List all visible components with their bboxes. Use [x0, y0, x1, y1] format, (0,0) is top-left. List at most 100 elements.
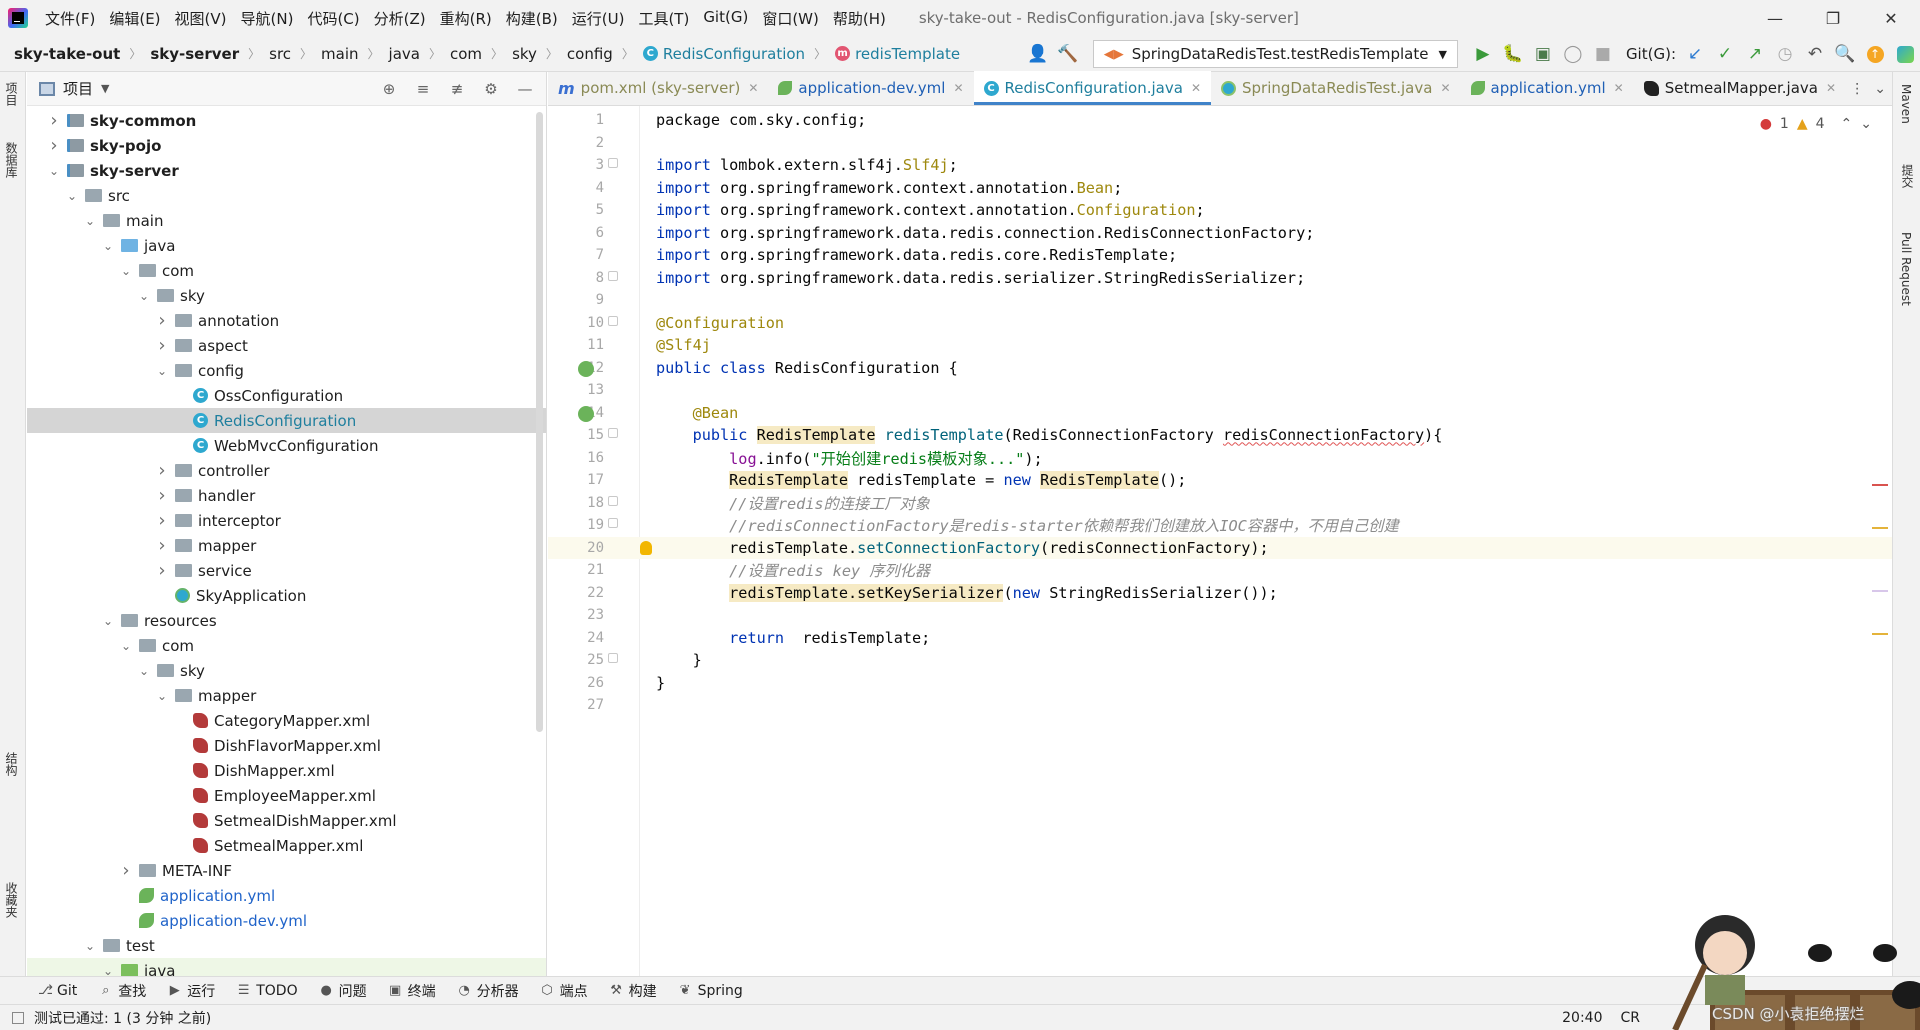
tool-tab-structure[interactable]: 结构	[3, 752, 20, 776]
editor-tab[interactable]: SpringDataRedisTest.java ✕	[1211, 71, 1461, 105]
tabs-more-icon[interactable]: ⋮	[1850, 81, 1864, 97]
close-icon[interactable]: ✕	[1191, 81, 1201, 95]
menu-item[interactable]: 编辑(E)	[102, 8, 167, 29]
build-hammer-icon[interactable]: 🔨	[1053, 39, 1083, 69]
breadcrumb-item[interactable]: java	[389, 45, 420, 63]
tree-item-setmealdishmapper-xml[interactable]: SetmealDishMapper.xml	[27, 808, 546, 833]
tree-item-redisconfiguration[interactable]: C RedisConfiguration	[27, 408, 546, 433]
tree-item-application-yml[interactable]: application.yml	[27, 883, 546, 908]
code-line[interactable]: 13	[548, 379, 1892, 402]
tool-tab-pull-request[interactable]: Pull Request	[1899, 232, 1913, 306]
tree-item-com[interactable]: ⌄ com	[27, 258, 546, 283]
menu-item[interactable]: 代码(C)	[300, 8, 366, 29]
tree-item-sky[interactable]: ⌄ sky	[27, 283, 546, 308]
breadcrumb-item[interactable]: sky-server	[150, 45, 239, 63]
editor-tab[interactable]: m pom.xml (sky-server) ✕	[548, 71, 768, 105]
fold-marker-icon[interactable]	[608, 428, 618, 438]
menu-item[interactable]: 帮助(H)	[826, 8, 893, 29]
tree-item-categorymapper-xml[interactable]: CategoryMapper.xml	[27, 708, 546, 733]
chevron-right-icon[interactable]: ›	[155, 560, 169, 581]
tree-item-resources[interactable]: ⌄ resources	[27, 608, 546, 633]
tree-item-application-dev-yml[interactable]: application-dev.yml	[27, 908, 546, 933]
tree-item-config[interactable]: ⌄ config	[27, 358, 546, 383]
editor-tab[interactable]: C RedisConfiguration.java ✕	[973, 71, 1212, 105]
git-update-icon[interactable]: ↙	[1680, 39, 1710, 69]
menu-item[interactable]: 导航(N)	[234, 8, 301, 29]
close-icon[interactable]: ✕	[1826, 81, 1836, 95]
tree-item-src[interactable]: ⌄ src	[27, 183, 546, 208]
tree-item-main[interactable]: ⌄ main	[27, 208, 546, 233]
code-line[interactable]: 3 import lombok.extern.slf4j.Slf4j;	[548, 154, 1892, 177]
chevron-up-icon[interactable]: ⌃	[1841, 116, 1853, 132]
history-icon[interactable]: ◷	[1770, 39, 1800, 69]
caret-stripe-marker[interactable]	[1872, 590, 1888, 592]
tree-item-java[interactable]: ⌄ java	[27, 233, 546, 258]
stop-icon[interactable]: ■	[1588, 39, 1618, 69]
breadcrumb-item[interactable]: sky-take-out	[14, 45, 120, 63]
editor-tab[interactable]: application.yml ✕	[1461, 71, 1634, 105]
code-line[interactable]: 10 @Configuration	[548, 312, 1892, 335]
chevron-right-icon[interactable]: ›	[47, 110, 61, 131]
code-line[interactable]: 26}	[548, 672, 1892, 695]
code-line[interactable]: 25 }	[548, 649, 1892, 672]
code-line[interactable]: 20 redisTemplate.setConnectionFactory(re…	[548, 536, 1892, 559]
minimize-icon[interactable]: —	[1746, 0, 1804, 36]
chevron-down-icon[interactable]: ⌄	[83, 939, 97, 953]
tree-item-handler[interactable]: › handler	[27, 483, 546, 508]
intention-bulb-icon[interactable]	[640, 540, 652, 555]
inspection-widget[interactable]: ● 1 ▲ 4 ⌃ ⌄	[1760, 116, 1872, 132]
tree-item-controller[interactable]: › controller	[27, 458, 546, 483]
git-push-icon[interactable]: ↗	[1740, 39, 1770, 69]
menu-item[interactable]: Git(G)	[696, 8, 755, 29]
code-line[interactable]: 1 package com.sky.config;	[548, 109, 1892, 132]
tree-item-annotation[interactable]: › annotation	[27, 308, 546, 333]
code-line[interactable]: 2	[548, 132, 1892, 155]
expand-all-icon[interactable]: ≡	[408, 74, 438, 104]
tree-item-setmealmapper-xml[interactable]: SetmealMapper.xml	[27, 833, 546, 858]
restore-icon[interactable]: ❐	[1804, 0, 1862, 36]
code-line[interactable]: 17 RedisTemplate redisTemplate = new Red…	[548, 469, 1892, 492]
close-icon[interactable]: ✕	[953, 81, 963, 95]
tree-item-aspect[interactable]: › aspect	[27, 333, 546, 358]
debug-icon[interactable]: 🐛	[1498, 39, 1528, 69]
tree-item-dishmapper-xml[interactable]: DishMapper.xml	[27, 758, 546, 783]
menu-item[interactable]: 视图(V)	[168, 8, 234, 29]
code-line[interactable]: 23	[548, 604, 1892, 627]
run-configuration-select[interactable]: ◀▶ SpringDataRedisTest.testRedisTemplate…	[1092, 40, 1458, 68]
caret-position[interactable]: 20:40	[1562, 1010, 1602, 1026]
close-icon[interactable]: ✕	[748, 81, 758, 95]
tree-item-com[interactable]: ⌄ com	[27, 633, 546, 658]
bottom-tool-terminal[interactable]: ▣ 终端	[389, 981, 436, 1001]
coverage-icon[interactable]: ▣	[1528, 39, 1558, 69]
tool-tab-commit[interactable]: 提交	[1899, 164, 1916, 188]
chevron-down-icon[interactable]: ⌄	[65, 189, 79, 203]
chevron-down-icon[interactable]: ⌄	[119, 639, 133, 653]
chevron-right-icon[interactable]: ›	[155, 510, 169, 531]
tree-item-meta-inf[interactable]: › META-INF	[27, 858, 546, 883]
project-tree-scrollbar[interactable]	[536, 112, 543, 732]
code-line[interactable]: 12 public class RedisConfiguration {	[548, 357, 1892, 380]
warning-stripe-marker[interactable]	[1872, 633, 1888, 635]
bottom-tool-search[interactable]: ⌕ 查找	[99, 981, 146, 1001]
chevron-right-icon[interactable]: ›	[155, 335, 169, 356]
chevron-right-icon[interactable]: ›	[155, 310, 169, 331]
tool-tab-database[interactable]: 数据库	[3, 142, 20, 178]
chevron-down-icon[interactable]: ⌄	[83, 214, 97, 228]
chevron-right-icon[interactable]: ›	[155, 460, 169, 481]
bottom-tool-endpoints[interactable]: ⬡ 端点	[541, 981, 587, 1001]
chevron-down-icon[interactable]: ⌄	[101, 239, 115, 253]
update-icon[interactable]: ↑	[1860, 39, 1890, 69]
chevron-down-icon[interactable]: ⌄	[137, 289, 151, 303]
editor-tab[interactable]: application-dev.yml ✕	[768, 71, 973, 105]
chevron-right-icon[interactable]: ›	[155, 535, 169, 556]
tree-item-sky[interactable]: ⌄ sky	[27, 658, 546, 683]
tree-item-test[interactable]: ⌄ test	[27, 933, 546, 958]
bottom-tool-build[interactable]: ⚒ 构建	[610, 981, 656, 1001]
chevron-down-icon[interactable]: ⌄	[101, 964, 115, 977]
fold-marker-icon[interactable]	[608, 315, 618, 326]
menu-item[interactable]: 文件(F)	[38, 8, 102, 29]
menu-item[interactable]: 构建(B)	[499, 8, 565, 29]
breadcrumb-item[interactable]: src	[269, 45, 291, 63]
tree-item-dishflavormapper-xml[interactable]: DishFlavorMapper.xml	[27, 733, 546, 758]
locate-icon[interactable]: ⊕	[374, 74, 404, 104]
